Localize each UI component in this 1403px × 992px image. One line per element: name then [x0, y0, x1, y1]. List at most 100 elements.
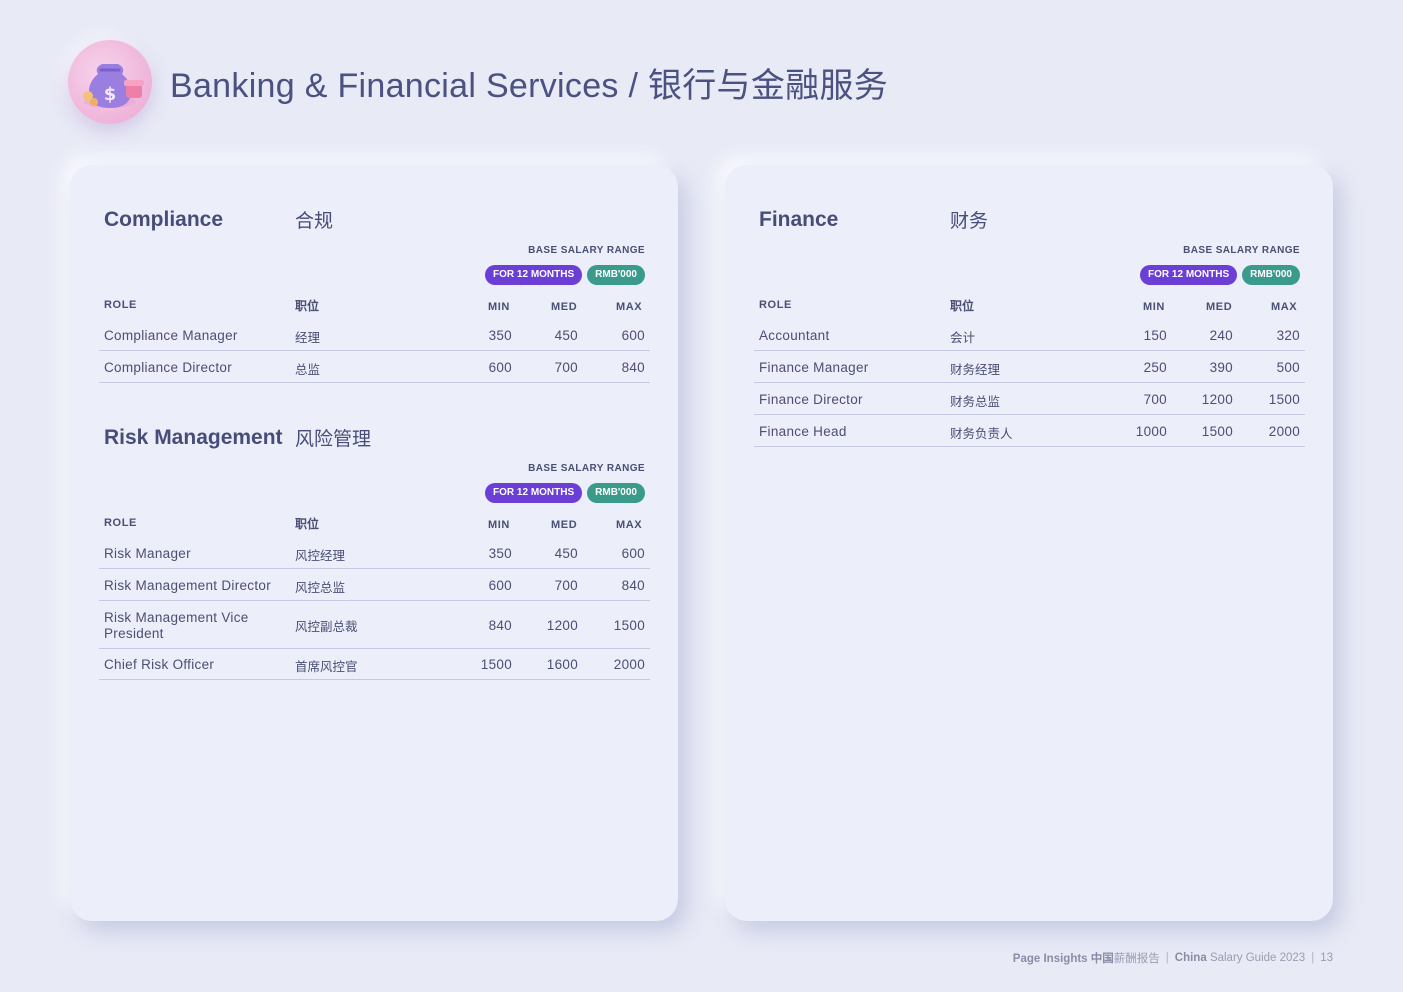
min-cell: 600	[488, 360, 512, 375]
max-cell: 320	[1276, 328, 1300, 343]
med-cell: 450	[554, 546, 578, 561]
med-cell: 390	[1209, 360, 1233, 375]
role-zh-cell: 财务经理	[950, 362, 1001, 377]
max-cell: 840	[621, 360, 645, 375]
section-title-zh: 财务	[950, 210, 989, 232]
role-cell: Risk Manager	[104, 546, 191, 561]
max-cell: 600	[621, 328, 645, 343]
max-cell: 840	[621, 578, 645, 593]
table-row: Accountant 会计 150 240 320	[754, 319, 1305, 351]
months-pill: FOR 12 MONTHS	[485, 483, 583, 503]
table-row: Risk Manager 风控经理 350 450 600	[99, 537, 650, 569]
section-title: Compliance	[104, 208, 224, 231]
salary-range-label: BASE SALARY RANGE	[528, 463, 645, 474]
med-cell: 240	[1209, 328, 1233, 343]
table-row: Finance Manager 财务经理 250 390 500	[754, 351, 1305, 383]
currency-pill: RMB'000	[587, 265, 645, 285]
role-cell: Risk Management Vice President	[104, 610, 249, 641]
role-zh-cell: 总监	[295, 362, 321, 377]
role-cell: Accountant	[759, 328, 830, 343]
page-title: Banking & Financial Services / 银行与金融服务	[170, 66, 889, 105]
left-card: Compliance 合规 BASE SALARY RANGE FOR 12 M…	[70, 165, 678, 921]
role-cell: Compliance Manager	[104, 328, 238, 343]
min-cell: 700	[1143, 392, 1167, 407]
salary-pills: FOR 12 MONTHS RMB'000	[485, 483, 645, 503]
med-cell: 1500	[1201, 424, 1233, 439]
col-role-zh: 职位	[295, 517, 320, 531]
role-zh-cell: 风控经理	[295, 548, 346, 563]
role-zh-cell: 会计	[950, 330, 976, 345]
min-cell: 350	[488, 328, 512, 343]
col-max: MAX	[1271, 301, 1298, 313]
footer-divider: |	[1165, 952, 1169, 964]
med-cell: 700	[554, 578, 578, 593]
col-max: MAX	[616, 519, 643, 531]
table-row: Risk Management Director 风控总监 600 700 84…	[99, 569, 650, 601]
max-cell: 2000	[1268, 424, 1300, 439]
section-title: Risk Management	[104, 426, 283, 449]
role-zh-cell: 财务负责人	[950, 426, 1013, 441]
col-med: MED	[551, 519, 578, 531]
section-title-zh: 风险管理	[295, 428, 372, 450]
col-min: MIN	[1143, 301, 1165, 313]
role-cell: Compliance Director	[104, 360, 232, 375]
table-row: Finance Head 财务负责人 1000 1500 2000	[754, 415, 1305, 447]
salary-range-label: BASE SALARY RANGE	[1183, 245, 1300, 256]
max-cell: 2000	[613, 657, 645, 672]
role-zh-cell: 风控总监	[295, 580, 346, 595]
col-max: MAX	[616, 301, 643, 313]
max-cell: 500	[1276, 360, 1300, 375]
role-cell: Finance Head	[759, 424, 847, 439]
min-cell: 840	[488, 618, 512, 633]
currency-pill: RMB'000	[1242, 265, 1300, 285]
table-row: Compliance Director 总监 600 700 840	[99, 351, 650, 383]
med-cell: 450	[554, 328, 578, 343]
col-role: ROLE	[104, 517, 137, 529]
footer-guide-bold: China	[1174, 952, 1207, 964]
min-cell: 250	[1143, 360, 1167, 375]
col-role-zh: 职位	[950, 299, 975, 313]
salary-pills: FOR 12 MONTHS RMB'000	[485, 265, 645, 285]
page-header: $ Banking & Financial Services / 银行与金融服务	[68, 40, 888, 124]
right-card: Finance 财务 BASE SALARY RANGE FOR 12 MONT…	[725, 165, 1333, 921]
footer-brand-zh: 薪酬报告	[1113, 953, 1160, 965]
salary-range-label: BASE SALARY RANGE	[528, 245, 645, 256]
currency-pill: RMB'000	[587, 483, 645, 503]
role-cell: Risk Management Director	[104, 578, 272, 593]
section-title: Finance	[759, 208, 839, 231]
col-role: ROLE	[104, 299, 137, 311]
med-cell: 1200	[546, 618, 578, 633]
min-cell: 350	[488, 546, 512, 561]
role-zh-cell: 财务总监	[950, 394, 1001, 409]
col-med: MED	[551, 301, 578, 313]
months-pill: FOR 12 MONTHS	[485, 265, 583, 285]
min-cell: 1500	[480, 657, 512, 672]
table-row: Compliance Manager 经理 350 450 600	[99, 319, 650, 351]
max-cell: 1500	[1268, 392, 1300, 407]
col-role-zh: 职位	[295, 299, 320, 313]
page-number: 13	[1320, 952, 1333, 964]
footer-brand-zh-bold: 中国	[1090, 953, 1114, 965]
role-zh-cell: 风控副总裁	[295, 619, 358, 634]
money-bag-icon: $	[68, 40, 152, 124]
min-cell: 600	[488, 578, 512, 593]
min-cell: 1000	[1135, 424, 1167, 439]
col-med: MED	[1206, 301, 1233, 313]
role-zh-cell: 首席风控官	[295, 659, 358, 674]
salary-pills: FOR 12 MONTHS RMB'000	[1140, 265, 1300, 285]
table-row: Risk Management Vice President 风控副总裁 840…	[99, 601, 650, 649]
max-cell: 600	[621, 546, 645, 561]
min-cell: 150	[1143, 328, 1167, 343]
role-cell: Finance Director	[759, 392, 863, 407]
footer-brand: Page Insights	[1012, 953, 1088, 965]
svg-text:$: $	[104, 84, 117, 105]
role-cell: Chief Risk Officer	[104, 657, 215, 672]
page-footer: Page Insights 中国薪酬报告 | China Salary Guid…	[1013, 950, 1333, 966]
max-cell: 1500	[613, 618, 645, 633]
table-row: Chief Risk Officer 首席风控官 1500 1600 2000	[99, 649, 650, 680]
med-cell: 1600	[546, 657, 578, 672]
col-role: ROLE	[759, 299, 792, 311]
med-cell: 1200	[1201, 392, 1233, 407]
footer-divider: |	[1311, 952, 1315, 964]
table-row: Finance Director 财务总监 700 1200 1500	[754, 383, 1305, 415]
